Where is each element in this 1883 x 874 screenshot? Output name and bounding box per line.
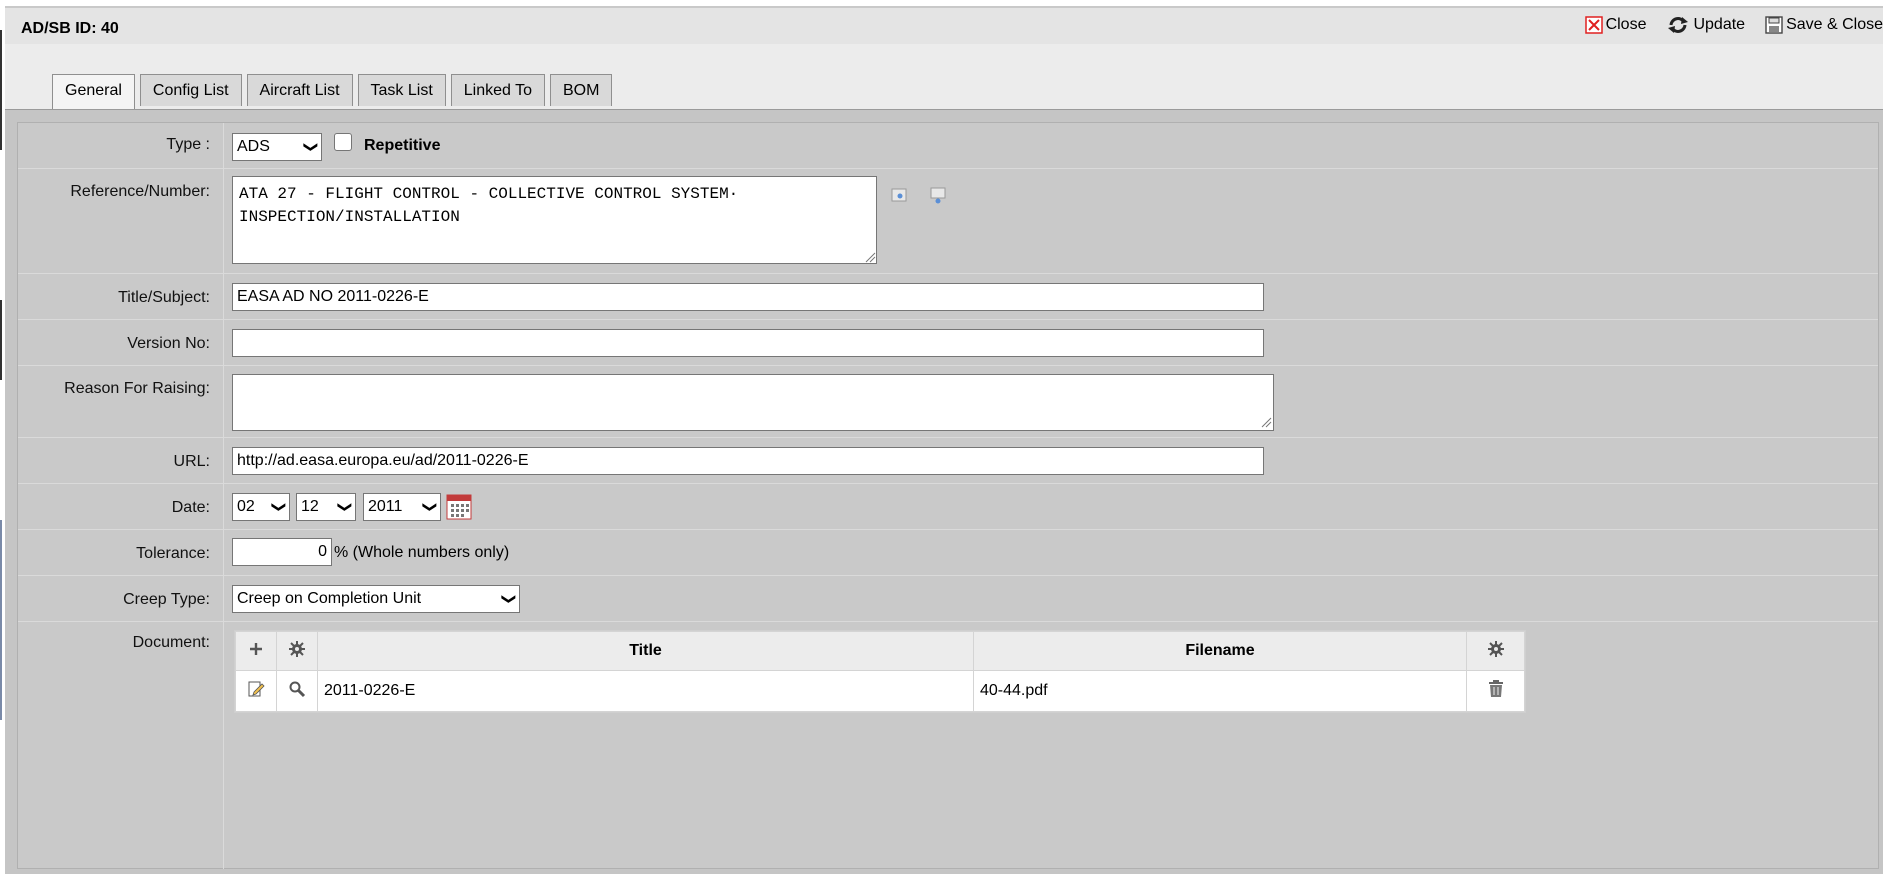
gear-icon [1487, 640, 1504, 657]
reference-textarea[interactable]: ATA 27 - FLIGHT CONTROL - COLLECTIVE CON… [232, 176, 877, 264]
chevron-down-icon: ❮ [335, 501, 352, 513]
update-icon [1668, 17, 1689, 33]
document-header-row: Title Filename [235, 631, 1525, 671]
date-day-value: 02 [237, 498, 255, 515]
document-title-cell: 2011-0226-E [317, 670, 974, 712]
record-window: AD/SB ID: 40 Close Update Save & Close G… [5, 6, 1883, 874]
column-header-title[interactable]: Title [317, 631, 974, 671]
type-label: Type : [166, 136, 210, 153]
update-label: Update [1693, 16, 1746, 33]
close-button[interactable]: Close [1584, 16, 1647, 34]
calendar-icon[interactable] [446, 494, 472, 520]
reference-row: Reference/Number: ATA 27 - FLIGHT CONTRO… [18, 168, 1878, 274]
version-label: Version No: [127, 335, 210, 352]
title-bar: AD/SB ID: 40 Close Update Save & Close [5, 6, 1883, 44]
save-close-label: Save & Close [1786, 16, 1883, 33]
date-month-value: 12 [301, 498, 319, 515]
date-year-value: 2011 [368, 498, 403, 515]
tolerance-row: Tolerance: 0 % (Whole numbers only) [18, 529, 1878, 576]
reference-label: Reference/Number: [70, 183, 210, 200]
general-form: Type : ADS ❮ Repetitive Reference/Number… [17, 122, 1879, 869]
title-label: Title/Subject: [118, 289, 210, 306]
page-title: AD/SB ID: 40 [21, 20, 119, 37]
url-input[interactable]: http://ad.easa.europa.eu/ad/2011-0226-E [232, 447, 1264, 475]
edit-document-button[interactable] [235, 670, 277, 712]
type-row: Type : ADS ❮ Repetitive [18, 123, 1878, 168]
version-input[interactable] [232, 329, 1264, 357]
reason-textarea[interactable] [232, 374, 1274, 431]
type-select[interactable]: ADS ❮ [232, 133, 322, 161]
general-panel: Type : ADS ❮ Repetitive Reference/Number… [5, 109, 1883, 874]
add-document-button[interactable] [235, 631, 277, 671]
document-filename-cell[interactable]: 40-44.pdf [973, 670, 1467, 712]
repetitive-checkbox[interactable] [334, 133, 352, 151]
save-close-button[interactable]: Save & Close [1765, 16, 1883, 34]
version-row: Version No: [18, 319, 1878, 366]
close-icon [1584, 16, 1603, 34]
type-value: ADS [237, 138, 270, 155]
document-settings-button[interactable] [276, 631, 318, 671]
creep-type-value: Creep on Completion Unit [237, 590, 422, 607]
search-icon [289, 681, 306, 697]
column-header-filename[interactable]: Filename [973, 631, 1467, 671]
view-document-button[interactable] [276, 670, 318, 712]
column-settings-button[interactable] [1466, 631, 1525, 671]
url-row: URL: http://ad.easa.europa.eu/ad/2011-02… [18, 437, 1878, 484]
repetitive-label: Repetitive [364, 137, 441, 154]
tolerance-input[interactable]: 0 [232, 538, 332, 566]
clear-icon[interactable] [929, 187, 947, 205]
resize-grip-icon [1261, 417, 1272, 428]
chevron-down-icon: ❮ [420, 501, 437, 513]
tab-config-list[interactable]: Config List [139, 74, 242, 106]
update-button[interactable]: Update [1666, 16, 1745, 34]
chevron-down-icon: ❮ [499, 593, 516, 605]
creep-label: Creep Type: [123, 591, 210, 608]
edit-icon [248, 681, 265, 696]
date-month-select[interactable]: 12 ❮ [296, 493, 356, 521]
header-actions: Close Update Save & Close [1565, 16, 1883, 34]
tolerance-label: Tolerance: [136, 545, 210, 562]
reason-label: Reason For Raising: [64, 380, 210, 397]
date-day-select[interactable]: 02 ❮ [232, 493, 290, 521]
delete-document-button[interactable] [1466, 670, 1525, 712]
tab-aircraft-list[interactable]: Aircraft List [246, 74, 353, 106]
document-row: Document: Title Filename 2011-0226-E 40-… [18, 621, 1878, 869]
chevron-down-icon: ❮ [301, 141, 318, 153]
tab-bar: General Config List Aircraft List Task L… [52, 74, 617, 109]
creep-type-select[interactable]: Creep on Completion Unit ❮ [232, 585, 520, 613]
date-row: Date: 02 ❮ 12 ❮ 2011 ❮ [18, 483, 1878, 530]
chevron-down-icon: ❮ [269, 501, 286, 513]
date-year-select[interactable]: 2011 ❮ [363, 493, 441, 521]
title-row: Title/Subject: EASA AD NO 2011-0226-E [18, 273, 1878, 320]
reason-row: Reason For Raising: [18, 365, 1878, 438]
lookup-icon[interactable] [891, 187, 907, 203]
save-icon [1765, 16, 1783, 34]
add-icon [250, 642, 262, 655]
close-label: Close [1605, 16, 1647, 33]
trash-icon [1488, 679, 1503, 697]
table-row: 2011-0226-E 40-44.pdf [235, 670, 1525, 712]
tab-linked-to[interactable]: Linked To [450, 74, 545, 106]
title-input[interactable]: EASA AD NO 2011-0226-E [232, 283, 1264, 311]
document-label: Document: [132, 634, 210, 651]
date-label: Date: [171, 499, 210, 516]
url-label: URL: [173, 453, 210, 470]
resize-grip-icon [865, 252, 876, 263]
creep-row: Creep Type: Creep on Completion Unit ❮ [18, 575, 1878, 622]
tolerance-suffix: % (Whole numbers only) [334, 544, 510, 561]
document-table: Title Filename 2011-0226-E 40-44.pdf [234, 630, 1526, 713]
tab-general[interactable]: General [52, 74, 135, 109]
tab-bom[interactable]: BOM [549, 74, 613, 106]
gear-icon [289, 640, 305, 657]
tab-task-list[interactable]: Task List [357, 74, 446, 106]
